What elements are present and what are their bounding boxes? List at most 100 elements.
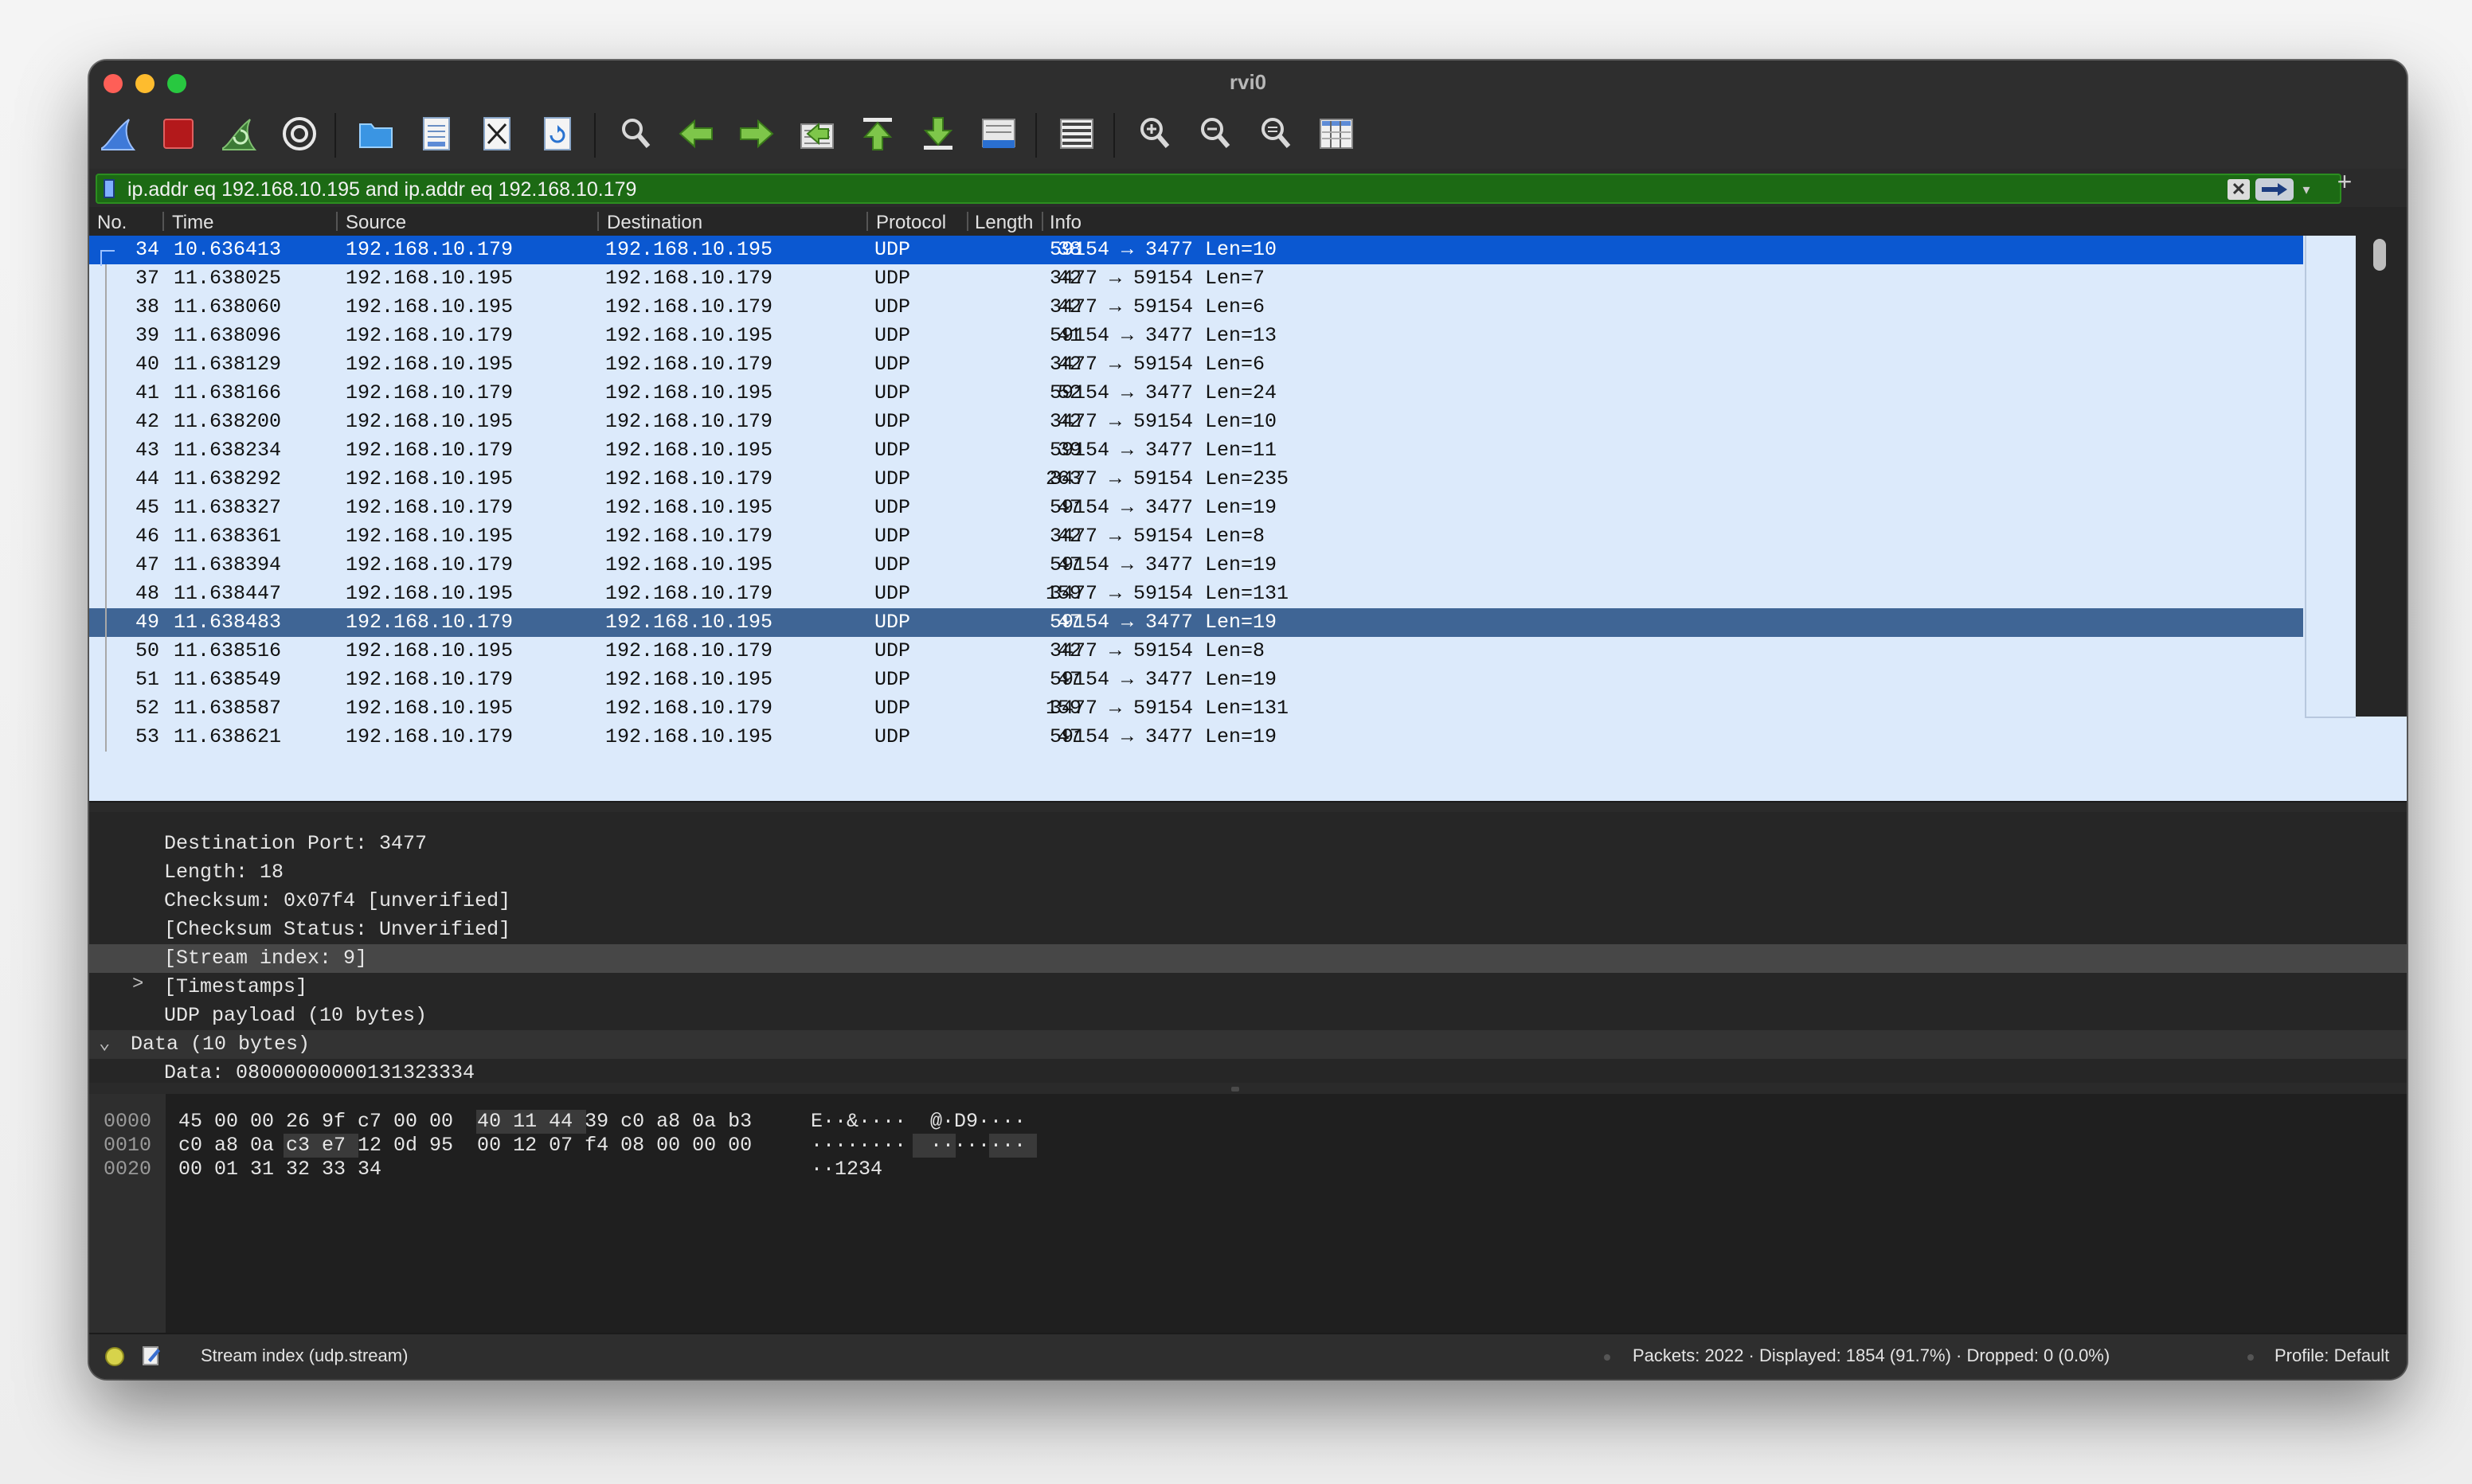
- filter-history-dropdown-icon[interactable]: ▾: [2298, 177, 2314, 202]
- go-back-arrow-icon[interactable]: [672, 110, 720, 158]
- column-header-source[interactable]: Source: [346, 212, 406, 234]
- packet-row[interactable]: 45 11.638327 192.168.10.179 192.168.10.195 U…: [89, 494, 2303, 522]
- column-header-no[interactable]: No.: [97, 212, 127, 234]
- column-header-info[interactable]: Info: [1050, 212, 1082, 234]
- stop-capture-icon[interactable]: [154, 110, 202, 158]
- bytes-offset: 0020: [104, 1158, 152, 1181]
- expert-info-led-icon[interactable]: [105, 1347, 124, 1366]
- bytes-hex[interactable]: 45 00 00 26 9f c7 00 00 40 11 44 39 c0 a…: [178, 1110, 752, 1134]
- packet-cell-dst: 192.168.10.195: [605, 553, 773, 576]
- packet-list-scrollbar[interactable]: [2356, 236, 2407, 717]
- go-forward-arrow-icon[interactable]: [733, 110, 780, 158]
- capture-comment-icon[interactable]: [142, 1345, 161, 1366]
- conversation-bracket-icon: [100, 250, 115, 266]
- packet-cell-proto: UDP: [874, 381, 911, 404]
- packet-row[interactable]: 46 11.638361 192.168.10.195 192.168.10.179 U…: [89, 522, 2303, 551]
- packet-list-minimap[interactable]: [2305, 236, 2356, 718]
- detail-tree-row[interactable]: [Stream index: 9]: [89, 944, 2407, 973]
- detail-tree-row[interactable]: Checksum: 0x07f4 [unverified]: [89, 887, 2407, 916]
- packet-cell-no: 38: [135, 295, 159, 318]
- packet-row[interactable]: 38 11.638060 192.168.10.195 192.168.10.179 U…: [89, 293, 2303, 322]
- column-header-time[interactable]: Time: [172, 212, 213, 234]
- collapse-chevron-icon[interactable]: ⌄: [99, 1031, 110, 1055]
- bytes-hex[interactable]: c0 a8 0a c3 e7 12 0d 95 00 12 07 f4 08 0…: [178, 1134, 752, 1158]
- display-filter-input[interactable]: ip.addr eq 192.168.10.195 and ip.addr eq…: [96, 174, 2341, 204]
- packet-row[interactable]: 41 11.638166 192.168.10.179 192.168.10.195 U…: [89, 379, 2303, 408]
- open-file-folder-icon[interactable]: [352, 110, 400, 158]
- go-last-packet-icon[interactable]: [914, 110, 962, 158]
- packet-cell-src: 192.168.10.195: [346, 582, 514, 605]
- column-header-protocol[interactable]: Protocol: [876, 212, 946, 234]
- detail-tree-row[interactable]: > [Timestamps]: [89, 973, 2407, 1002]
- resize-columns-icon[interactable]: [1312, 110, 1360, 158]
- packet-cell-info: 59154 → 3477 Len=10: [1050, 238, 1277, 261]
- packet-row[interactable]: 44 11.638292 192.168.10.195 192.168.10.179 U…: [89, 465, 2303, 494]
- packet-cell-time: 11.638234: [174, 439, 282, 462]
- save-file-icon[interactable]: [413, 110, 460, 158]
- zoom-out-icon[interactable]: [1191, 110, 1239, 158]
- detail-tree-row[interactable]: UDP payload (10 bytes): [89, 1002, 2407, 1030]
- packet-cell-info: 59154 → 3477 Len=19: [1050, 668, 1277, 691]
- detail-tree-row[interactable]: ⌄ Data (10 bytes): [89, 1030, 2407, 1059]
- zoom-in-icon[interactable]: [1131, 110, 1179, 158]
- packet-cell-proto: UDP: [874, 582, 911, 605]
- autoscroll-icon[interactable]: [975, 110, 1023, 158]
- capture-options-gear-icon[interactable]: [276, 110, 323, 158]
- go-first-packet-icon[interactable]: [854, 110, 902, 158]
- packet-row[interactable]: 51 11.638549 192.168.10.179 192.168.10.195 U…: [89, 666, 2303, 694]
- packet-cell-info: 59154 → 3477 Len=24: [1050, 381, 1277, 404]
- packet-row[interactable]: 42 11.638200 192.168.10.195 192.168.10.179 U…: [89, 408, 2303, 436]
- packet-row[interactable]: 37 11.638025 192.168.10.195 192.168.10.179 U…: [89, 264, 2303, 293]
- display-filter-bar: ip.addr eq 192.168.10.195 and ip.addr eq…: [89, 167, 2407, 209]
- status-profile[interactable]: Profile: Default: [2274, 1345, 2389, 1366]
- bytes-hex[interactable]: 00 01 31 32 33 34: [178, 1158, 381, 1181]
- detail-tree-row[interactable]: Length: 18: [89, 858, 2407, 887]
- detail-tree-text: Checksum: 0x07f4 [unverified]: [164, 889, 511, 912]
- bytes-ascii[interactable]: ··1234: [811, 1158, 882, 1181]
- expand-chevron-icon[interactable]: >: [132, 974, 143, 995]
- status-field-text: Stream index (udp.stream): [201, 1345, 409, 1365]
- restart-capture-icon[interactable]: [215, 110, 263, 158]
- detail-tree-row[interactable]: [Checksum Status: Unverified]: [89, 916, 2407, 944]
- packet-cell-src: 192.168.10.195: [346, 467, 514, 490]
- find-packet-icon[interactable]: [612, 110, 659, 158]
- reload-file-icon[interactable]: [534, 110, 581, 158]
- packet-cell-info: 59154 → 3477 Len=11: [1050, 439, 1277, 462]
- bytes-offset: 0010: [104, 1134, 152, 1157]
- colorize-icon[interactable]: [1053, 110, 1101, 158]
- packet-row[interactable]: 52 11.638587 192.168.10.195 192.168.10.179 U…: [89, 694, 2303, 723]
- detail-tree-row[interactable]: Data: 08000000000131323334: [89, 1059, 2407, 1083]
- column-header-length[interactable]: Length: [975, 212, 1038, 234]
- packet-cell-time: 11.638394: [174, 553, 282, 576]
- display-filter-text[interactable]: ip.addr eq 192.168.10.195 and ip.addr eq…: [127, 178, 636, 201]
- detail-tree-text: UDP payload (10 bytes): [164, 1004, 428, 1027]
- apply-filter-icon[interactable]: [2255, 178, 2294, 201]
- packet-cell-no: 47: [135, 553, 159, 576]
- filter-bookmark-icon[interactable]: [104, 179, 115, 198]
- close-file-icon[interactable]: [473, 110, 521, 158]
- packet-row[interactable]: 34 10.636413 192.168.10.179 192.168.10.195 U…: [89, 236, 2303, 266]
- scrollbar-thumb[interactable]: [2373, 239, 2386, 271]
- packet-row[interactable]: 48 11.638447 192.168.10.195 192.168.10.179 U…: [89, 580, 2303, 608]
- detail-tree-text: [Checksum Status: Unverified]: [164, 918, 511, 941]
- packet-cell-dst: 192.168.10.195: [605, 611, 773, 634]
- packet-row[interactable]: 39 11.638096 192.168.10.179 192.168.10.195 U…: [89, 322, 2303, 350]
- bytes-ascii[interactable]: ········ ········: [811, 1134, 1026, 1158]
- shark-fin-start-icon[interactable]: [94, 110, 142, 158]
- column-header-destination[interactable]: Destination: [607, 212, 702, 234]
- packet-row[interactable]: 49 11.638483 192.168.10.179 192.168.10.195 U…: [89, 608, 2303, 637]
- detail-tree-row[interactable]: Destination Port: 3477: [89, 830, 2407, 858]
- packet-row[interactable]: 43 11.638234 192.168.10.179 192.168.10.195 U…: [89, 436, 2303, 465]
- packet-cell-info: 3477 → 59154 Len=8: [1050, 525, 1265, 548]
- normal-size-icon[interactable]: [1252, 110, 1300, 158]
- packet-row[interactable]: 47 11.638394 192.168.10.179 192.168.10.195 U…: [89, 551, 2303, 580]
- bytes-ascii[interactable]: E··&···· @·D9····: [811, 1110, 1026, 1134]
- clear-filter-icon[interactable]: ✕: [2228, 179, 2250, 200]
- packet-row[interactable]: 53 11.638621 192.168.10.179 192.168.10.195 U…: [89, 723, 2303, 752]
- pane-splitter[interactable]: [89, 1083, 2407, 1094]
- packet-row[interactable]: 40 11.638129 192.168.10.195 192.168.10.179 U…: [89, 350, 2303, 379]
- packet-cell-dst: 192.168.10.179: [605, 410, 773, 433]
- packet-row[interactable]: 50 11.638516 192.168.10.195 192.168.10.179 U…: [89, 637, 2303, 666]
- go-to-packet-icon[interactable]: [793, 110, 841, 158]
- add-filter-button-icon[interactable]: +: [2329, 167, 2361, 197]
